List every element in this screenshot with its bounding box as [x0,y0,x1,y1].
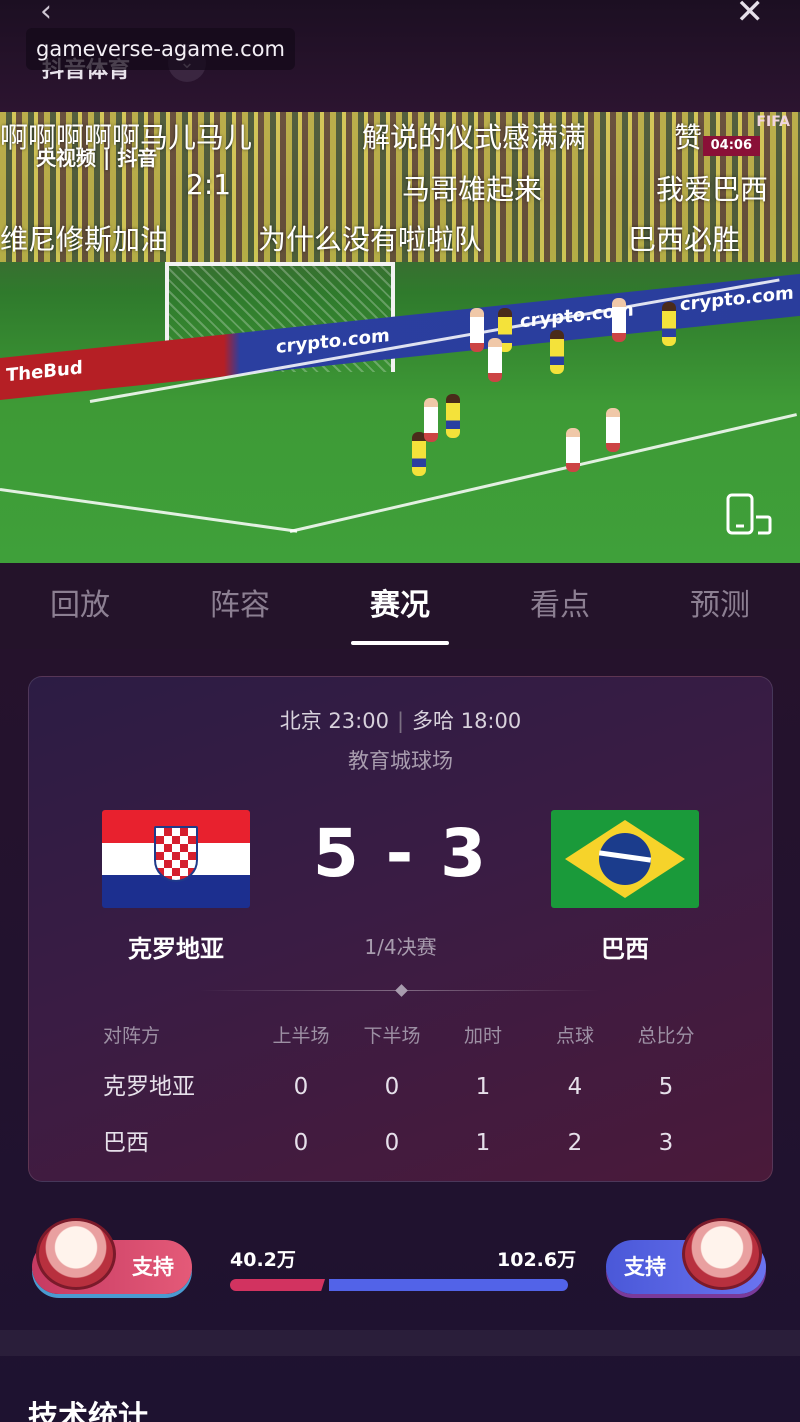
back-icon[interactable]: ‹ [40,0,52,29]
table-header-cell: 下半场 [363,1025,421,1047]
pitch-line [289,413,798,533]
video-player[interactable]: TheBud crypto.com crypto.com crypto.com … [0,112,800,563]
match-times: 北京 23:00 | 多哈 18:00 [279,709,522,733]
ad-text-left: TheBud [6,357,83,387]
fifa-logo: FIFA [756,114,790,130]
danmu-comment: 维尼修斯加油 [0,223,169,256]
support-home-label: 支持 [132,1255,174,1279]
venue: 教育城球场 [348,749,453,773]
table-cell: 5 [658,1074,674,1100]
home-support-count: 40.2万 [230,1249,296,1271]
table-cell: 1 [475,1130,491,1156]
ad-board: TheBud crypto.com crypto.com crypto.com [0,273,800,400]
table-cell: 0 [384,1130,400,1156]
player-croatia [470,308,484,352]
danmu-comment: 2:1 [186,168,232,201]
player-croatia [488,338,502,382]
table-header-cell: 上半场 [272,1025,330,1047]
player-croatia [606,408,620,452]
danmu-comment: 巴西必胜 [628,223,741,256]
score-bug: 04:06 [702,136,760,156]
table-row: 克罗地亚 0 0 1 4 5 [103,1059,723,1115]
score-table: 对阵方 上半场 下半场 加时 点球 总比分 克罗地亚 0 0 1 4 5 巴西 … [103,1021,723,1171]
match-card: 北京 23:00 | 多哈 18:00 教育城球场 5 - 3 克罗地亚 巴西 1/… [28,676,773,1182]
table-cell: 2 [567,1130,583,1156]
match-score: 5 - 3 [312,815,489,892]
danmu-comment: 为什么没有啦啦队 [258,223,483,256]
divider-dot [395,984,408,997]
away-support-bar [329,1279,568,1291]
tab-lineup[interactable]: 阵容 [160,563,320,649]
table-cell: 4 [567,1074,583,1100]
danmu-comment: 啊啊啊啊啊马儿马儿 [0,121,253,154]
danmu-comment: 马哥雄起来 [402,173,543,206]
tab-replay[interactable]: 回放 [0,563,160,649]
tab-bar: 回放 阵容 赛况 看点 预测 [0,563,800,649]
watermark-url: gameverse-agame.com [26,28,295,70]
rotate-screen-icon[interactable] [726,493,772,537]
beijing-time: 北京 23:00 [279,709,389,733]
table-header-cell: 对阵方 [103,1025,161,1047]
section-title-tech-stats: 技术统计 [28,1400,148,1422]
danmu-comment: 赞 [674,121,703,154]
away-support-count: 102.6万 [497,1249,577,1271]
top-bar: ‹ 抖音体育 ⌄ gameverse-agame.com ✕ [0,0,800,112]
support-away-label: 支持 [624,1255,666,1279]
player-croatia [612,298,626,342]
table-cell: 1 [475,1074,491,1100]
danmu-comment: 解说的仪式感满满 [362,121,587,154]
table-cell: 0 [293,1074,309,1100]
section-separator [0,1330,800,1356]
table-row: 巴西 0 0 1 2 3 [103,1115,723,1171]
player-brazil [446,394,460,438]
close-icon[interactable]: ✕ [736,0,765,32]
table-header: 对阵方 上半场 下半场 加时 点球 总比分 [103,1021,723,1059]
table-cell: 0 [293,1130,309,1156]
drum-icon [36,1218,116,1290]
match-stage: 1/4决赛 [364,935,437,959]
player-croatia [424,398,438,442]
table-cell: 3 [658,1130,674,1156]
danmu-comment: 我爱巴西 [656,173,769,206]
support-away-button[interactable]: 支持 [606,1218,766,1294]
player-croatia [566,428,580,472]
table-cell: 0 [384,1074,400,1100]
drum-icon [682,1218,762,1290]
doha-time: 多哈 18:00 [412,709,522,733]
player-brazil [550,330,564,374]
table-header-cell: 加时 [463,1025,502,1047]
tab-highlights[interactable]: 看点 [480,563,640,649]
home-support-bar [230,1279,325,1291]
pitch-line [0,488,298,533]
support-home-button[interactable]: 支持 [32,1218,192,1294]
table-header-cell: 点球 [555,1025,594,1047]
player-brazil [662,302,676,346]
table-header-cell: 总比分 [637,1025,695,1047]
tab-prediction[interactable]: 预测 [640,563,800,649]
tab-match-status[interactable]: 赛况 [320,563,480,649]
table-cell: 克罗地亚 [103,1074,195,1100]
table-cell: 巴西 [103,1130,149,1156]
